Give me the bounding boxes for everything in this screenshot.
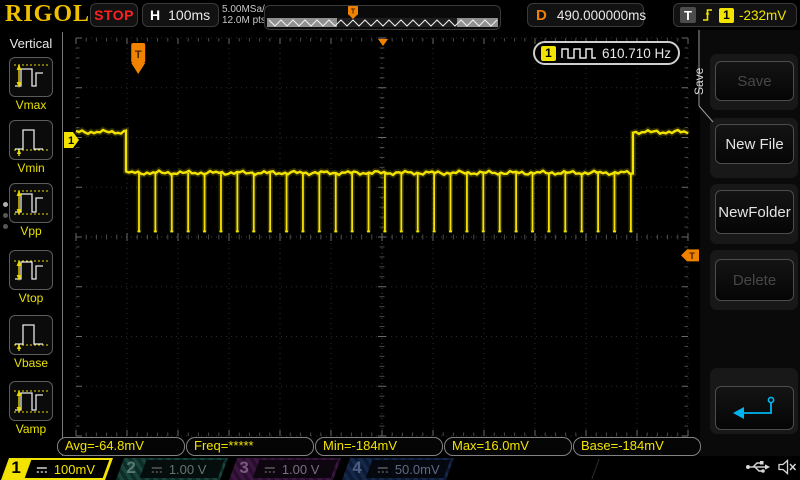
sidebar-item-label: Vmin	[0, 161, 62, 175]
speaker-muted-icon	[777, 459, 797, 475]
dc-coupling-icon	[150, 464, 164, 474]
memory-position-bar: T	[264, 5, 501, 30]
delete-button[interactable]: Delete	[715, 259, 794, 301]
dc-coupling-icon	[376, 464, 390, 474]
sample-rate: 5.00MSa/s	[222, 4, 270, 15]
sidebar-item-vmin[interactable]: Vmin	[0, 120, 62, 175]
new-folder-button[interactable]: NewFolder	[715, 190, 794, 234]
vmin-icon	[9, 120, 53, 160]
sidebar-item-vpp[interactable]: Vpp	[0, 183, 62, 238]
run-state-badge: STOP	[90, 3, 138, 27]
channel-number: 4	[352, 458, 361, 478]
return-arrow-icon	[729, 393, 781, 423]
measurement-avg: Avg=-64.8mV	[57, 437, 185, 456]
vtop-icon	[9, 250, 53, 290]
measurement-min: Min=-184mV	[315, 437, 443, 456]
svg-text:T: T	[689, 251, 695, 261]
acquisition-info: 5.00MSa/s 12.0M pts	[222, 4, 270, 26]
svg-text:1: 1	[68, 135, 74, 147]
page-dot-3	[3, 224, 8, 229]
sidebar-item-label: Vamp	[0, 422, 62, 436]
measurement-freq: Freq=*****	[186, 437, 314, 456]
vmax-icon	[9, 57, 53, 97]
channel-scale: 1.00 V	[282, 462, 320, 477]
channel-2-status[interactable]: 2 1.00 V	[116, 458, 228, 480]
sidebar-item-label: Vtop	[0, 291, 62, 305]
trigger-level-value: -232mV	[739, 8, 786, 23]
rising-edge-icon	[701, 7, 714, 23]
trigger-info-box: T 1 -232mV	[673, 3, 797, 27]
counter-channel-chip: 1	[541, 46, 556, 61]
memory-waveform-icon: T	[265, 6, 500, 29]
menu-tab-save: Save	[692, 56, 708, 106]
vamp-icon	[9, 381, 53, 421]
counter-value: 610.710 Hz	[602, 46, 671, 61]
sidebar-item-vamp[interactable]: Vamp	[0, 381, 62, 436]
trigger-prefix: T	[680, 7, 696, 23]
sidebar-title: Vertical	[0, 36, 62, 51]
channel-scale: 100mV	[54, 462, 95, 477]
timebase-value: 100ms	[168, 7, 210, 23]
channel-number: 2	[126, 458, 135, 478]
channel-scale: 50.0mV	[395, 462, 440, 477]
measurement-max: Max=16.0mV	[444, 437, 572, 456]
sidebar-divider	[62, 32, 63, 456]
run-state-text: STOP	[94, 7, 134, 23]
sidebar-item-vbase[interactable]: Vbase	[0, 315, 62, 370]
svg-text:T: T	[135, 49, 142, 61]
system-status-icons	[745, 459, 797, 475]
vpp-icon	[9, 183, 53, 223]
memory-depth: 12.0M pts	[222, 15, 270, 26]
horizontal-delay-box: D 490.000000ms	[527, 3, 644, 27]
channel-scale-box: 100mV	[25, 460, 110, 478]
dc-coupling-icon	[35, 464, 49, 474]
sidebar-item-vmax[interactable]: Vmax	[0, 57, 62, 112]
usb-icon	[745, 459, 771, 475]
channel-scale: 1.00 V	[169, 462, 207, 477]
channel-4-status[interactable]: 4 50.0mV	[342, 458, 454, 480]
rigol-logo: RIGOL	[5, 1, 90, 28]
svg-text:T: T	[351, 9, 356, 16]
timebase-prefix: H	[150, 7, 160, 23]
sidebar-item-label: Vpp	[0, 224, 62, 238]
channel-scale-box: 1.00 V	[140, 460, 225, 478]
timebase-box: H 100ms	[142, 3, 219, 27]
new-file-button[interactable]: New File	[715, 124, 794, 164]
frequency-counter: 1 610.710 Hz	[533, 41, 680, 65]
page-dot-2	[3, 213, 8, 218]
sidebar-item-vtop[interactable]: Vtop	[0, 250, 62, 305]
oscilloscope-screen: RIGOL STOP H 100ms 5.00MSa/s 12.0M pts T…	[0, 0, 800, 480]
sidebar-item-label: Vbase	[0, 356, 62, 370]
vbase-icon	[9, 315, 53, 355]
measurement-base: Base=-184mV	[573, 437, 701, 456]
graticule: T T 1	[64, 32, 700, 444]
sidebar-item-label: Vmax	[0, 98, 62, 112]
channel-scale-box: 1.00 V	[253, 460, 338, 478]
channel-number: 3	[239, 458, 248, 478]
delay-value: 490.000000ms	[557, 8, 646, 23]
delay-prefix: D	[536, 7, 547, 24]
channel-scale-box: 50.0mV	[366, 460, 451, 478]
square-wave-icon	[561, 46, 597, 60]
page-dot-1	[3, 202, 8, 207]
save-button[interactable]: Save	[715, 61, 794, 101]
dc-coupling-icon	[263, 464, 277, 474]
channel-1-status[interactable]: 1 100mV	[1, 458, 113, 480]
channel-number: 1	[11, 458, 20, 478]
channel-3-status[interactable]: 3 1.00 V	[229, 458, 341, 480]
trigger-source-chip: 1	[719, 8, 734, 23]
menu-back-button[interactable]	[715, 386, 794, 430]
